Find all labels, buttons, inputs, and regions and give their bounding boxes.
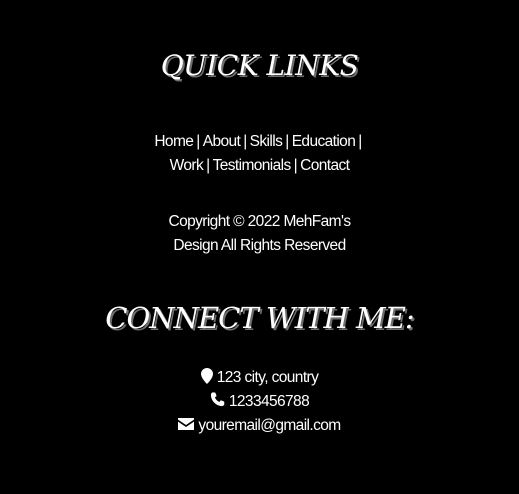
phone-text: 1233456788	[228, 393, 310, 410]
contact-email: youremail@gmail.com	[0, 414, 519, 438]
phone-icon	[210, 392, 225, 407]
link-separator: |	[196, 133, 200, 150]
contact-phone: 1233456788	[0, 390, 519, 414]
copyright-line-2: Design All Rights Reserved	[173, 237, 346, 254]
link-home[interactable]: Home	[154, 133, 194, 150]
link-testimonials[interactable]: Testimonials	[213, 157, 292, 174]
quick-links-row-2: Work | Testimonials | Contact	[0, 154, 519, 178]
envelope-icon	[178, 417, 195, 430]
quick-links-heading: QUICK LINKS	[160, 49, 359, 82]
link-separator: |	[358, 133, 362, 150]
link-contact[interactable]: Contact	[300, 157, 350, 174]
site-footer: QUICK LINKS Home | About | Skills | Education |…	[0, 0, 519, 494]
copyright-line-1: Copyright © 2022 MehFam's	[168, 213, 351, 230]
link-separator: |	[285, 133, 289, 150]
address-text: 123 city, country	[216, 369, 319, 386]
contact-address: 123 city, country	[0, 366, 519, 390]
link-skills[interactable]: Skills	[250, 133, 283, 150]
email-text[interactable]: youremail@gmail.com	[198, 417, 341, 434]
link-work[interactable]: Work	[170, 157, 204, 174]
map-marker-icon	[200, 367, 213, 384]
connect-heading: CONNECT WITH ME:	[105, 301, 414, 335]
link-education[interactable]: Education	[292, 133, 356, 150]
link-separator: |	[293, 157, 298, 174]
link-about[interactable]: About	[203, 133, 241, 150]
quick-links-row-1: Home | About | Skills | Education |	[0, 130, 519, 154]
link-separator: |	[206, 157, 210, 174]
link-separator: |	[243, 133, 247, 150]
